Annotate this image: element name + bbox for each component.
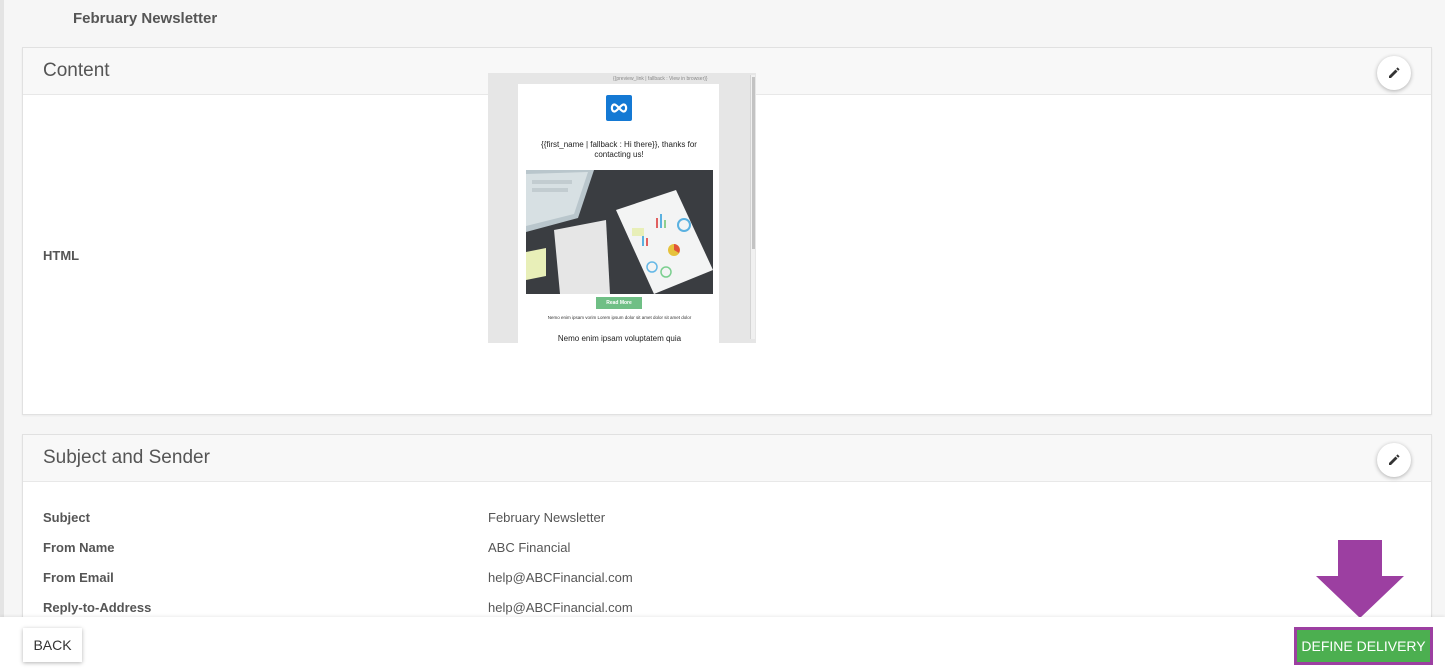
email-body-text: Nemo enim ipsam vorim Lorem ipsum dolor …: [547, 315, 692, 320]
reply-to-value: help@ABCFinancial.com: [488, 600, 633, 615]
bottom-action-bar: BACK DEFINE DELIVERY: [0, 617, 1445, 669]
email-section-heading: Nemo enim ipsam voluptatem quia: [557, 334, 682, 343]
left-rail: [0, 0, 4, 669]
pencil-icon: [1389, 454, 1400, 465]
subject-sender-card-title: Subject and Sender: [43, 447, 210, 468]
arrow-down-icon: [1316, 540, 1404, 618]
reply-to-label: Reply-to-Address: [43, 600, 152, 615]
content-card-title: Content: [43, 60, 110, 81]
back-button[interactable]: BACK: [23, 628, 82, 662]
edit-subject-sender-button[interactable]: [1377, 443, 1411, 477]
from-email-value: help@ABCFinancial.com: [488, 570, 633, 585]
define-delivery-highlight: DEFINE DELIVERY: [1294, 627, 1433, 665]
subject-sender-card: Subject and Sender Subject February News…: [22, 434, 1432, 644]
read-more-button[interactable]: Read More: [596, 297, 642, 309]
from-name-value: ABC Financial: [488, 540, 571, 555]
view-in-browser-link: {{preview_link | fallback : View in brow…: [613, 76, 708, 82]
email-body: {{first_name | fallback : Hi there}}, th…: [518, 84, 719, 343]
from-name-label: From Name: [43, 540, 115, 555]
define-delivery-button[interactable]: DEFINE DELIVERY: [1297, 630, 1430, 662]
subject-sender-card-header: Subject and Sender: [23, 435, 1431, 482]
content-card: Content HTML {{preview_link | fallback :…: [22, 47, 1432, 415]
infinity-logo-icon: [606, 95, 632, 121]
page-title: February Newsletter: [73, 10, 218, 27]
preview-scrollbar[interactable]: [750, 75, 755, 339]
email-preview[interactable]: {{preview_link | fallback : View in brow…: [488, 73, 756, 343]
from-email-label: From Email: [43, 570, 114, 585]
html-label: HTML: [43, 248, 80, 263]
email-greeting: {{first_name | fallback : Hi there}}, th…: [541, 140, 697, 159]
preview-scroll-thumb[interactable]: [752, 77, 755, 249]
hero-image: [526, 170, 713, 294]
subject-value: February Newsletter: [488, 510, 606, 525]
edit-content-button[interactable]: [1377, 56, 1411, 90]
subject-label: Subject: [43, 510, 90, 525]
pencil-icon: [1389, 67, 1400, 78]
